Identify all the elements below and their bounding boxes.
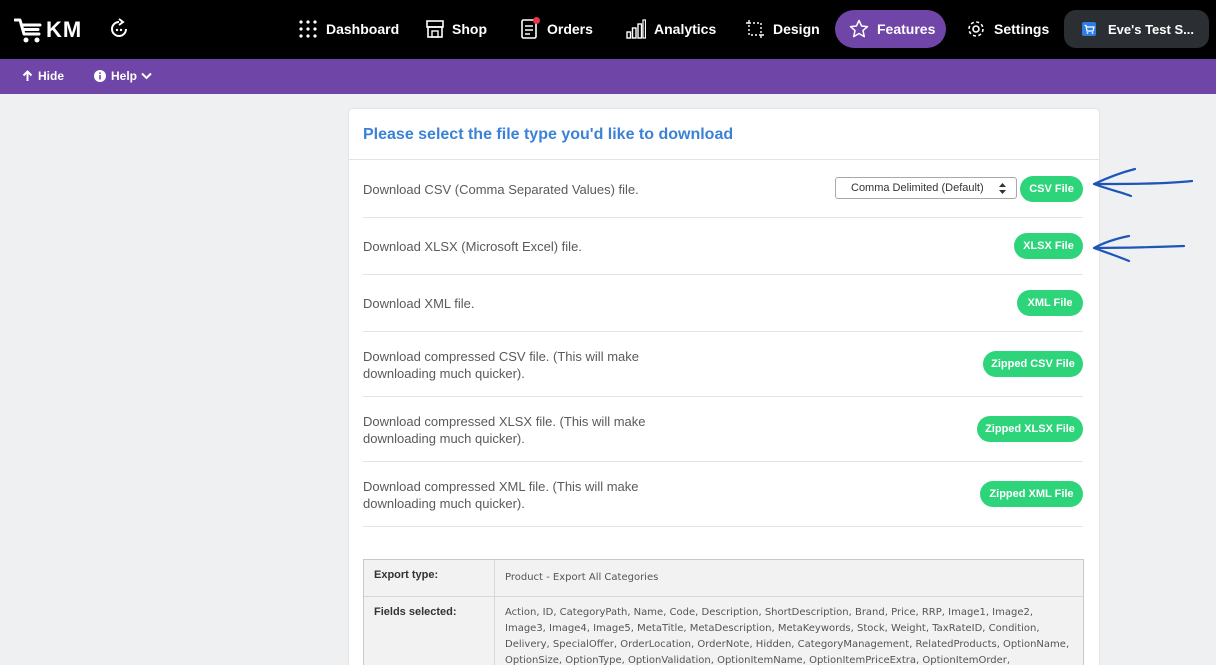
cart-logo-icon xyxy=(14,18,42,43)
store-switcher-button[interactable]: Eve's Test S... xyxy=(1064,10,1209,48)
help-label: Help xyxy=(111,69,138,83)
nav-design-label: Design xyxy=(773,21,820,37)
hide-label: Hide xyxy=(38,69,65,83)
dashboard-icon xyxy=(299,20,317,38)
fields-selected-value: Action, ID, CategoryPath, Name, Code, De… xyxy=(505,607,1070,665)
info-icon xyxy=(94,70,106,82)
top-nav-bar: KM Dashboard Shop Orders Analytics Desig… xyxy=(0,0,1216,59)
gear-icon xyxy=(968,21,984,37)
logo-text: KM xyxy=(46,17,83,42)
export-type-row: Export type: Product - Export All Catego… xyxy=(364,560,1083,597)
zipped-xlsx-file-button[interactable]: Zipped XLSX File xyxy=(977,416,1083,442)
nav-features[interactable]: Features xyxy=(835,10,946,48)
delimiter-select[interactable]: Comma Delimited (Default) xyxy=(835,177,1017,199)
nav-dashboard-label: Dashboard xyxy=(326,21,400,37)
ekm-logo[interactable]: KM xyxy=(14,16,82,44)
row-text: Download XLSX (Microsoft Excel) file. xyxy=(363,239,582,254)
download-panel: Please select the file type you'd like t… xyxy=(349,109,1099,665)
zipped-xml-file-button[interactable]: Zipped XML File xyxy=(980,481,1083,507)
nav-design[interactable]: Design xyxy=(745,10,820,48)
nav-settings[interactable]: Settings xyxy=(966,10,1049,48)
nav-features-label: Features xyxy=(877,21,936,37)
nav-dashboard[interactable]: Dashboard xyxy=(298,10,399,48)
nav-orders[interactable]: Orders xyxy=(521,10,593,48)
zipped-csv-file-button[interactable]: Zipped CSV File xyxy=(983,351,1083,377)
analytics-icon xyxy=(626,19,646,39)
arrow-up-icon xyxy=(22,70,33,81)
annotation-arrow-csv xyxy=(1092,167,1194,198)
nav-analytics[interactable]: Analytics xyxy=(626,10,716,48)
row-text: Download compressed XML file. (This will… xyxy=(363,479,639,511)
shop-icon xyxy=(426,20,444,38)
row-text: Download XML file. xyxy=(363,296,475,311)
store-cart-icon xyxy=(1082,22,1096,36)
download-row-xlsx: Download XLSX (Microsoft Excel) file. XL… xyxy=(363,218,1083,275)
nav-settings-label: Settings xyxy=(994,21,1050,37)
xlsx-file-button[interactable]: XLSX File xyxy=(1014,233,1083,259)
help-dropdown[interactable]: Help xyxy=(94,69,152,83)
row-text: Download compressed CSV file. (This will… xyxy=(363,349,639,381)
download-row-zipped-csv: Download compressed CSV file. (This will… xyxy=(363,332,1083,397)
row-text: Download compressed XLSX file. (This wil… xyxy=(363,414,646,446)
design-icon xyxy=(746,20,764,38)
panel-title: Please select the file type you'd like t… xyxy=(363,126,734,143)
row-text: Download CSV (Comma Separated Values) fi… xyxy=(363,182,639,197)
nav-shop[interactable]: Shop xyxy=(426,10,487,48)
star-icon xyxy=(849,19,869,38)
csv-file-button[interactable]: CSV File xyxy=(1020,176,1083,202)
store-name: Eve's Test S... xyxy=(1108,21,1194,37)
download-row-zipped-xlsx: Download compressed XLSX file. (This wil… xyxy=(363,397,1083,462)
export-type-value: Product - Export All Categories xyxy=(505,572,659,583)
export-type-label: Export type: xyxy=(364,560,495,596)
annotation-arrows xyxy=(1092,167,1194,263)
download-row-zipped-xml: Download compressed XML file. (This will… xyxy=(363,462,1083,527)
download-row-csv: Download CSV (Comma Separated Values) fi… xyxy=(363,160,1083,218)
sub-nav-bar: Hide Help xyxy=(0,59,1216,94)
annotation-arrow-xlsx xyxy=(1092,234,1186,263)
nav-analytics-label: Analytics xyxy=(654,21,717,37)
hide-button[interactable]: Hide xyxy=(22,69,64,83)
fields-selected-row: Fields selected: Action, ID, CategoryPat… xyxy=(364,597,1083,665)
export-info-table: Export type: Product - Export All Catego… xyxy=(363,559,1084,665)
sync-icon[interactable] xyxy=(108,18,130,40)
nav-orders-label: Orders xyxy=(547,21,593,37)
download-row-xml: Download XML file. XML File xyxy=(363,275,1083,332)
delimiter-select-value: Comma Delimited (Default) xyxy=(851,182,984,194)
nav-shop-label: Shop xyxy=(452,21,487,37)
chevron-down-icon xyxy=(141,72,152,80)
select-caret-icon xyxy=(999,183,1006,194)
fields-selected-label: Fields selected: xyxy=(364,597,495,665)
orders-notification-dot xyxy=(533,17,540,24)
xml-file-button[interactable]: XML File xyxy=(1017,290,1083,316)
